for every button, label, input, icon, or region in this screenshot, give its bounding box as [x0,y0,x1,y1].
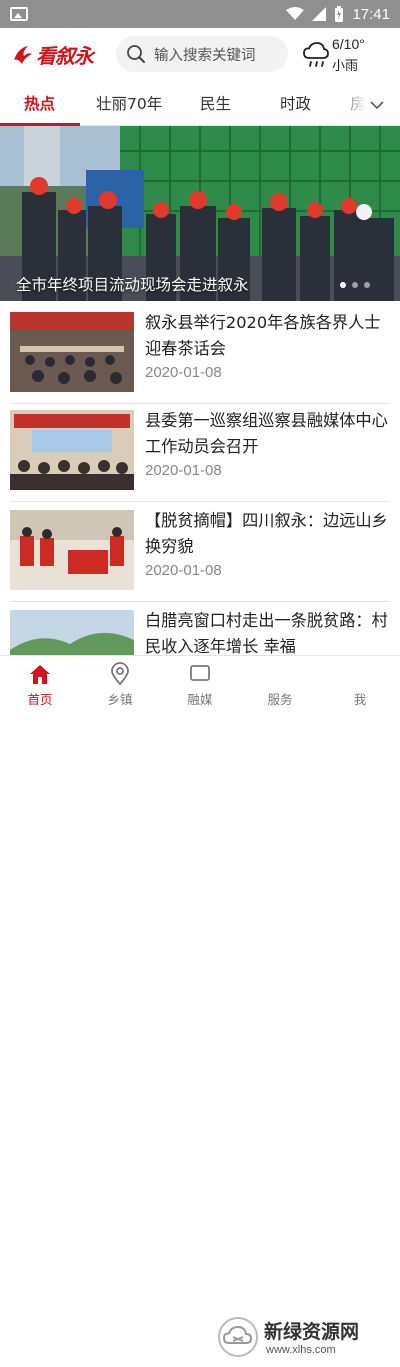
news-thumbnail [10,410,134,490]
carousel-indicators [340,282,370,288]
nav-label: 融媒 [187,692,213,707]
news-date: 2020-01-08 [145,562,222,579]
divider [10,601,390,602]
carousel-dot-1[interactable] [340,282,346,288]
tabs-expand-button[interactable] [364,94,390,116]
logo-text: 看叙永 [36,44,94,68]
carousel-dot-3[interactable] [364,282,370,288]
news-title: 白腊亮窗口村走出一条脱贫路：村民收入逐年增长 幸福 [145,611,388,656]
nav-towns[interactable]: 乡镇 [80,656,160,712]
tab-fade [336,82,366,125]
nav-label: 乡镇 [107,692,133,707]
watermark-title: 新绿资源网 [264,1321,360,1343]
search-box[interactable]: 输入搜索关键词 [116,36,288,72]
news-thumbnail [10,510,134,590]
rain-cloud-icon [303,42,329,67]
bottom-navigation: 首页 乡镇 融媒 服务 我 新绿资源网 www.xlhs.com [0,655,400,1357]
news-date: 2020-01-08 [145,462,222,479]
search-placeholder: 输入搜索关键词 [154,47,256,64]
logo-mark-icon [14,45,32,64]
weather-temp: 6/10° [332,36,365,52]
wifi-icon [286,7,305,20]
news-thumbnail [10,312,134,392]
home-icon [30,665,50,684]
watermark-url: www.xlhs.com [266,1344,336,1356]
news-item[interactable]: 叙永县举行2020年各族各界人士迎春茶话会 2020-01-08 [0,306,400,404]
nav-services[interactable]: 服务 [240,656,320,712]
watermark-cloud-icon [218,1317,258,1357]
banner-caption: 全市年终项目流动现场会走进叙永 [16,276,249,294]
tab-politics[interactable]: 时政 [280,92,311,114]
weather-desc: 小雨 [332,59,359,74]
battery-icon [335,6,344,22]
location-icon [111,662,129,686]
nav-me[interactable]: 我 [320,656,400,712]
news-item[interactable]: 县委第一巡察组巡察县融媒体中心工作动员会召开 2020-01-08 [0,404,400,502]
category-tabs: 热点 壮丽70年 民生 时政 房 [0,82,400,126]
nav-label: 首页 [27,692,53,707]
status-bar: 17:41 [0,0,400,28]
status-time: 17:41 [352,5,390,23]
nav-media[interactable]: 融媒 [160,656,240,712]
weather-widget[interactable]: 6/10° 小雨 [302,36,398,74]
nav-home[interactable]: 首页 [0,656,80,712]
news-title: 县委第一巡察组巡察县融媒体中心工作动员会召开 [145,411,388,456]
watermark-overlay: 新绿资源网 www.xlhs.com [210,1311,400,1367]
gallery-notification-icon [10,7,28,21]
signal-icon [312,7,327,21]
tab-70-years[interactable]: 壮丽70年 [96,92,162,114]
news-title: 【脱贫摘帽】四川叙永：边远山乡换穷貌 [145,511,388,556]
news-date: 2020-01-08 [145,364,222,381]
tab-hot[interactable]: 热点 [24,92,55,114]
banner-carousel[interactable]: 全市年终项目流动现场会走进叙永 [0,126,400,301]
news-title: 叙永县举行2020年各族各界人士迎春茶话会 [145,313,381,358]
nav-label: 服务 [267,692,293,707]
news-item[interactable]: 【脱贫摘帽】四川叙永：边远山乡换穷貌 2020-01-08 [0,504,400,602]
chevron-down-icon [370,101,384,110]
divider [10,501,390,502]
carousel-dot-2[interactable] [352,282,358,288]
search-icon [127,45,145,63]
media-icon [190,665,210,681]
nav-label: 我 [353,692,367,707]
app-header: 看叙永 输入搜索关键词 6/10° 小雨 [0,28,400,80]
tab-livelihood[interactable]: 民生 [200,92,231,114]
app-logo[interactable]: 看叙永 [12,40,94,69]
